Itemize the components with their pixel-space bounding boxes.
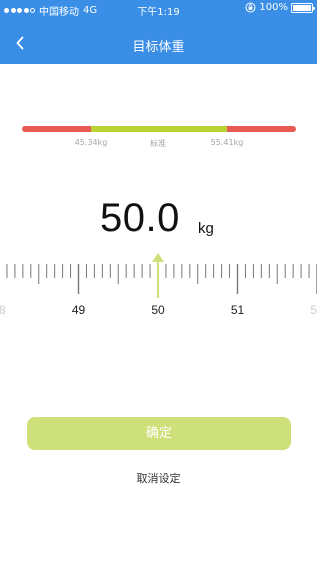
status-right: 100%: [245, 2, 315, 13]
ruler-label-51: 51: [231, 303, 245, 317]
range-high-label: 55.41kg: [210, 138, 244, 147]
header: 中国移动 4G 下午1:19 100% 目标体重: [0, 0, 317, 64]
ruler-label-49: 49: [72, 303, 86, 317]
weight-ruler[interactable]: 48 49 50 51 52: [0, 252, 317, 324]
range-under-segment: [22, 126, 91, 132]
status-bar: 中国移动 4G 下午1:19 100%: [0, 0, 317, 18]
battery-icon: [291, 2, 315, 13]
battery-percent: 100%: [259, 2, 288, 13]
weight-display: 50.0 kg: [0, 196, 317, 246]
ruler-label-48: 48: [0, 303, 6, 317]
weight-value: 50.0: [100, 196, 180, 240]
confirm-button[interactable]: 确定: [27, 417, 291, 450]
weight-unit: kg: [198, 220, 214, 237]
healthy-range-bar: [22, 126, 296, 132]
ruler-pointer-triangle: [152, 253, 164, 262]
range-over-segment: [227, 126, 296, 132]
range-normal-segment: [91, 126, 227, 132]
ruler-label-52: 52: [310, 303, 317, 317]
weight-ruler-scale[interactable]: 48 49 50 51 52: [0, 252, 317, 324]
range-low-label: 45.34kg: [74, 138, 108, 147]
range-mid-label: 标准: [150, 139, 166, 148]
page-title: 目标体重: [132, 40, 185, 55]
target-weight-screen: 中国移动 4G 下午1:19 100% 目标体重 45.34kg 标准 55.4…: [0, 0, 317, 561]
cancel-setting-link[interactable]: 取消设定: [0, 470, 317, 486]
ruler-label-50: 50: [151, 303, 165, 317]
orientation-lock-icon: [245, 2, 256, 13]
